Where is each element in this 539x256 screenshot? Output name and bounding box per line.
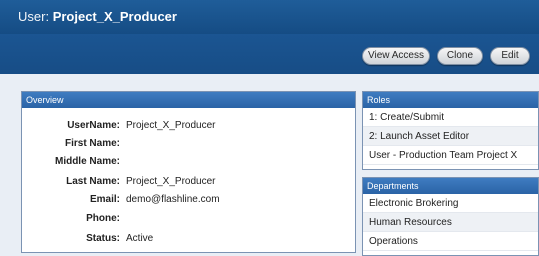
roles-panel: Roles 1: Create/Submit 2: Launch Asset E… (362, 91, 539, 170)
user-name-title: Project_X_Producer (52, 9, 177, 24)
page-header: User: Project_X_Producer (0, 0, 539, 34)
role-item[interactable]: 2: Launch Asset Editor (363, 127, 538, 146)
role-item[interactable]: 1: Create/Submit (363, 108, 538, 127)
field-label: First Name: (64, 138, 120, 149)
action-toolbar: View Access Clone Edit (0, 34, 539, 74)
departments-panel-title: Departments (363, 178, 538, 194)
field-value: demo@flashline.com (126, 194, 220, 205)
field-value: Active (126, 233, 154, 244)
field-label: Middle Name: (54, 156, 120, 167)
view-access-button[interactable]: View Access (362, 47, 430, 65)
overview-panel-title: Overview (22, 92, 355, 108)
roles-panel-title: Roles (363, 92, 538, 108)
field-label: Status: (86, 233, 120, 244)
clone-button[interactable]: Clone (437, 47, 483, 65)
field-label: Email: (89, 194, 120, 205)
edit-button[interactable]: Edit (490, 47, 530, 65)
departments-panel: Departments Electronic Brokering Human R… (362, 177, 539, 256)
role-item[interactable]: User - Production Team Project X (363, 146, 538, 165)
user-label: User: (18, 9, 50, 24)
field-value: Project_X_Producer (126, 120, 216, 131)
department-item[interactable]: Human Resources (363, 213, 538, 232)
field-label: Last Name: (66, 176, 120, 187)
field-value: Project_X_Producer (126, 176, 216, 187)
field-label: Phone: (86, 213, 120, 224)
overview-panel: Overview UserName: Project_X_Producer Fi… (21, 91, 356, 253)
department-item[interactable]: Operations (363, 232, 538, 251)
field-label: UserName: (67, 120, 120, 131)
department-item[interactable]: Electronic Brokering (363, 194, 538, 213)
content-area: Overview UserName: Project_X_Producer Fi… (0, 74, 539, 256)
